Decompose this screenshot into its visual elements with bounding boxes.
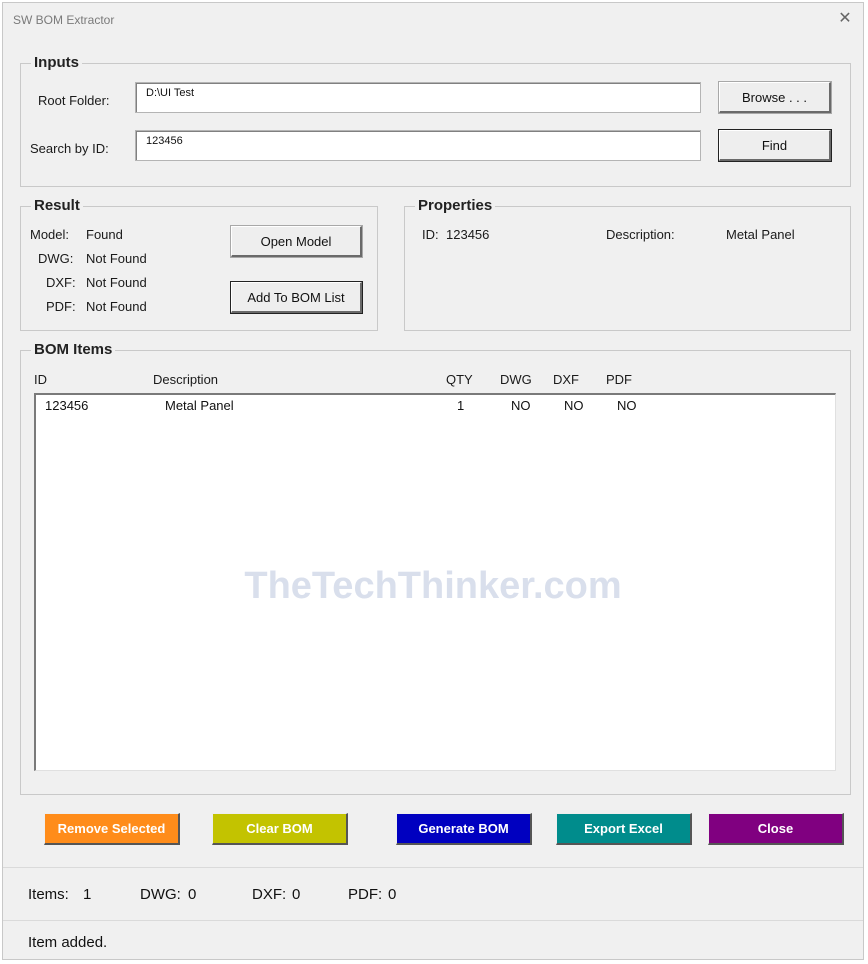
bom-list[interactable]: 123456 Metal Panel 1 NO NO NO [34,393,836,771]
export-excel-button[interactable]: Export Excel [556,813,692,845]
result-group: Result Model: Found DWG: Not Found DXF: … [20,197,378,331]
items-count-label: Items: [28,886,69,903]
row-id: 123456 [45,398,89,413]
status-message: Item added. [28,934,108,951]
dwg-value: Not Found [86,251,147,266]
dxf-count-label: DXF: [252,886,287,903]
add-to-bom-button[interactable]: Add To BOM List [230,281,363,314]
properties-legend: Properties [415,197,496,214]
prop-description-label: Description: [606,227,675,242]
model-label: Model: [30,227,70,242]
dwg-label: DWG: [38,251,74,266]
dwg-count-label: DWG: [140,886,181,903]
prop-id-value: 123456 [446,227,490,242]
col-header-description: Description [153,372,219,387]
result-legend: Result [31,197,83,214]
dxf-value: Not Found [86,275,147,290]
window-title: SW BOM Extractor [13,13,115,27]
generate-bom-button[interactable]: Generate BOM [396,813,532,845]
col-header-dwg: DWG [500,372,532,387]
dxf-count-value: 0 [292,886,301,903]
bom-items-legend: BOM Items [31,341,116,358]
app-window: SW BOM Extractor ✕ Inputs Root Folder: D… [2,2,864,960]
pdf-label: PDF: [46,299,76,314]
dwg-count-value: 0 [188,886,197,903]
inputs-group: Inputs Root Folder: D:\UI Test Browse . … [20,54,851,187]
inputs-legend: Inputs [31,54,82,71]
bom-items-group: BOM Items ID Description QTY DWG DXF PDF… [20,341,851,795]
divider [3,867,863,868]
row-dwg: NO [511,398,531,413]
browse-button[interactable]: Browse . . . [718,81,832,114]
divider [3,920,863,921]
title-bar: SW BOM Extractor ✕ [3,3,863,37]
col-header-id: ID [34,372,47,387]
row-dxf: NO [564,398,584,413]
close-button[interactable]: Close [708,813,844,845]
row-pdf: NO [617,398,637,413]
open-model-button[interactable]: Open Model [230,225,363,258]
col-header-pdf: PDF [606,372,632,387]
properties-group: Properties ID: 123456 Description: Metal… [404,197,851,331]
root-folder-field[interactable]: D:\UI Test [135,82,701,113]
root-folder-label: Root Folder: [38,93,110,108]
search-id-label: Search by ID: [30,141,109,156]
find-button[interactable]: Find [718,129,832,162]
prop-id-label: ID: [422,227,439,242]
search-id-field[interactable]: 123456 [135,130,701,161]
remove-selected-button[interactable]: Remove Selected [44,813,180,845]
col-header-dxf: DXF [553,372,579,387]
pdf-value: Not Found [86,299,147,314]
list-item[interactable]: 123456 Metal Panel 1 NO NO NO [36,395,835,417]
model-value: Found [86,227,123,242]
prop-description-value: Metal Panel [726,227,795,242]
row-description: Metal Panel [165,398,234,413]
dxf-label: DXF: [46,275,76,290]
col-header-qty: QTY [446,372,473,387]
close-icon[interactable]: ✕ [835,9,855,29]
pdf-count-label: PDF: [348,886,383,903]
items-count-value: 1 [83,886,92,903]
pdf-count-value: 0 [388,886,397,903]
clear-bom-button[interactable]: Clear BOM [212,813,348,845]
row-qty: 1 [457,398,465,413]
